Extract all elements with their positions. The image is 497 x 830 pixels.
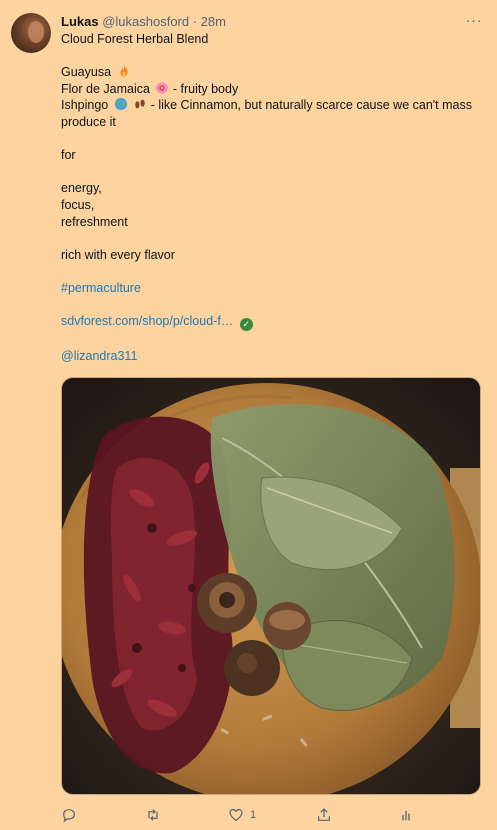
tweet-card[interactable]: Lukas @lukashosford · 28m ··· Cloud Fore… [0, 0, 497, 830]
retweet-icon [148, 809, 158, 821]
like-button[interactable]: 1 [228, 806, 256, 824]
text-title: Cloud Forest Herbal Blend [61, 32, 209, 46]
heart-icon [229, 808, 243, 822]
author-handle[interactable]: @lukashosford [102, 14, 189, 29]
globe-emoji-icon [114, 98, 127, 111]
hibiscus-emoji-icon [156, 82, 169, 94]
hashtag-link[interactable]: #permaculture [61, 281, 141, 295]
meta-separator: · [189, 14, 201, 29]
text-for: for [61, 148, 76, 163]
text-line-mention: @lizandra311 [61, 348, 481, 365]
shop-link[interactable]: sdvforest.com/shop/p/cloud-f… [61, 314, 233, 328]
avatar-face [28, 21, 44, 43]
text-line-jamaica: Flor de Jamaica - fruity body [61, 81, 481, 98]
text-line-guayusa: Guayusa [61, 64, 481, 81]
author-name[interactable]: Lukas [61, 14, 99, 29]
tweet-time[interactable]: 28m [201, 14, 226, 29]
text-guayusa: Guayusa [61, 65, 112, 80]
reply-button[interactable] [61, 806, 83, 824]
text-rich: rich with every flavor [61, 247, 175, 262]
views-button[interactable] [399, 806, 421, 824]
more-options-icon[interactable]: ··· [465, 13, 483, 31]
text-line-ishpingo: Ishpingo - like Cinnamon, but naturally … [61, 97, 481, 130]
reply-icon [63, 809, 75, 823]
share-icon [318, 808, 330, 821]
like-count: 1 [250, 809, 257, 821]
text-line-link: sdvforest.com/shop/p/cloud-f… ✓ [61, 313, 481, 332]
text-focus: focus, [61, 197, 95, 212]
footprints-emoji-icon [135, 100, 145, 109]
herbs-photo-illustration [62, 378, 480, 794]
tweet-text: Cloud Forest Herbal Blend Guayusa Flor d… [61, 31, 481, 364]
text-jamaica-note: - fruity body [169, 81, 239, 96]
text-jamaica: Flor de Jamaica [61, 81, 150, 96]
mention-link[interactable]: @lizandra311 [61, 349, 137, 363]
check-mark-icon: ✓ [239, 318, 253, 332]
share-button[interactable] [316, 806, 332, 824]
text-refreshment: refreshment [61, 214, 128, 229]
avatar[interactable] [11, 13, 51, 53]
retweet-button[interactable] [145, 806, 167, 824]
tweet-photo[interactable] [61, 377, 481, 795]
analytics-icon [402, 811, 410, 821]
tweet-header: Lukas @lukashosford · 28m [61, 13, 226, 31]
fire-emoji-icon [120, 65, 128, 77]
action-bar: 1 [0, 802, 497, 828]
text-ishpingo: Ishpingo [61, 98, 112, 113]
text-line-hashtag: #permaculture [61, 280, 481, 297]
text-energy: energy, [61, 181, 102, 196]
